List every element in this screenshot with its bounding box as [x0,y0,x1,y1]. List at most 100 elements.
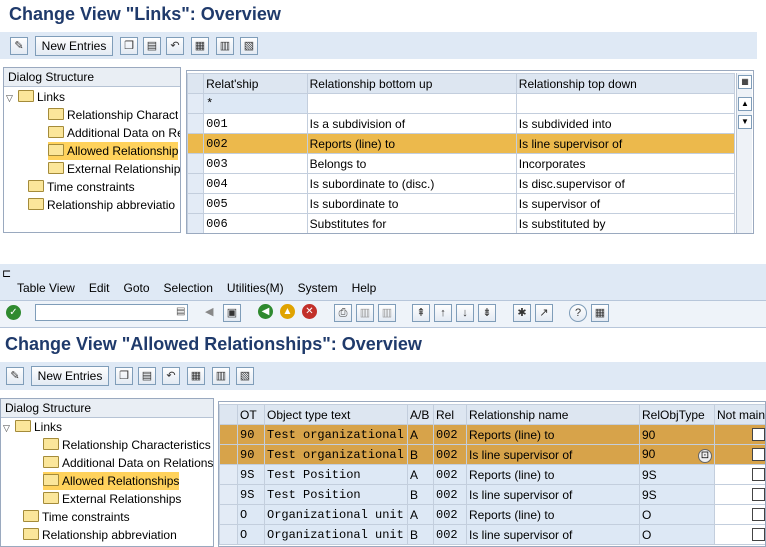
next-page-icon[interactable]: ↓ [456,304,474,322]
column-header[interactable]: RelObjType [639,404,715,425]
not-maintained-checkbox[interactable] [752,467,765,481]
select-all-icon[interactable]: ▦ [191,37,209,55]
column-header[interactable]: Relationship top down [515,73,736,94]
related-object-type[interactable]: 9S [639,484,715,505]
menu-goto[interactable]: Goto [124,281,150,295]
menu-icon[interactable]: ⊏ [2,267,11,280]
menu-utilities[interactable]: Utilities(M) [227,281,284,295]
relationship-name[interactable]: Reports (line) to [466,424,640,445]
tree-item-links[interactable]: ▽ Links [6,88,65,107]
print-icon[interactable]: ⎙ [334,304,352,322]
delete-icon[interactable]: ▤ [138,367,156,385]
top-down-text[interactable]: Is disc.supervisor of [515,173,736,194]
top-down-text[interactable]: Is substituted by [515,213,736,233]
tree-item-relationship-abbreviation[interactable]: Relationship abbreviation [23,526,177,544]
select-all-icon[interactable]: ▦ [187,367,205,385]
bottom-up-text[interactable]: Is subordinate to (disc.) [306,173,517,194]
collapse-icon[interactable]: ▽ [6,89,18,107]
object-type[interactable]: O [237,524,265,545]
table-row-selected[interactable]: 90 Test organizational u A 002 Reports (line… [219,424,765,445]
tree-item-relationship-characteristics[interactable]: Relationship Charact [48,106,178,124]
table-row[interactable]: O Organizational unit B 002 Is line supervis… [219,524,765,545]
scroll-up-icon[interactable]: ▲ [738,97,752,111]
column-header[interactable]: Not maint [714,404,765,425]
not-maintained-checkbox[interactable] [752,427,765,441]
pencil-glasses-icon[interactable]: ✎ [10,37,28,55]
copy-icon[interactable]: ❐ [120,37,138,55]
relationship-name[interactable]: Reports (line) to [466,464,640,485]
table-row[interactable]: 003 Belongs to Incorporates [187,153,736,174]
row-selector[interactable] [219,524,238,545]
not-maintained-checkbox[interactable] [752,527,765,541]
top-down-text[interactable]: Is subdivided into [515,113,736,134]
menu-help[interactable]: Help [352,281,377,295]
row-selector[interactable] [187,173,205,194]
menu-selection[interactable]: Selection [164,281,213,295]
relationship[interactable]: 002 [433,504,467,525]
menu-system[interactable]: System [298,281,338,295]
bottom-up-text[interactable]: Is a subdivision of [306,113,517,134]
table-row[interactable]: 9S Test Position B 002 Is line supervisor of… [219,484,765,505]
pencil-glasses-icon[interactable]: ✎ [6,367,24,385]
direction[interactable]: B [407,524,434,545]
related-object-type[interactable]: 90 ⊡ [639,444,715,465]
object-type-text[interactable]: Test Position [264,464,408,485]
object-type-text[interactable]: Organizational unit [264,524,408,545]
row-selector[interactable] [219,504,238,525]
relationship-key[interactable]: 002 [203,133,308,154]
scroll-down-icon[interactable]: ▼ [738,115,752,129]
table-row[interactable]: 9S Test Position A 002 Reports (line) to 9S [219,464,765,485]
find-next-icon[interactable]: ▥ [378,304,396,322]
menu-table-view[interactable]: Table View [17,281,75,295]
column-header[interactable]: Relationship bottom up [306,73,517,94]
direction[interactable]: A [407,424,434,445]
relationship-name[interactable]: Reports (line) to [466,504,640,525]
object-type[interactable]: 90 [237,424,265,445]
table-row[interactable]: O Organizational unit A 002 Reports (line) t… [219,504,765,525]
column-header[interactable]: Relat'ship [203,73,308,94]
triangle-left-icon[interactable]: ◀ [205,305,213,318]
undo-icon[interactable]: ↶ [166,37,184,55]
table-row-selected[interactable]: 90 Test organizational u B 002 Is line super… [219,444,765,465]
tree-item-additional-data[interactable]: Additional Data on Relations [43,454,213,472]
bottom-up-text[interactable]: Belongs to [306,153,517,174]
deselect-all-icon[interactable]: ▧ [236,367,254,385]
column-header[interactable]: OT [237,404,265,425]
undo-icon[interactable]: ↶ [162,367,180,385]
row-selector[interactable] [219,424,238,445]
related-object-type[interactable]: 90 [639,424,715,445]
last-page-icon[interactable]: ⇟ [478,304,496,322]
column-header[interactable]: Rel [433,404,467,425]
tree-item-additional-data[interactable]: Additional Data on Re [48,124,180,142]
table-row[interactable]: 006 Substitutes for Is substituted by [187,213,736,233]
object-type-text[interactable]: Test Position [264,484,408,505]
help-icon[interactable]: ? [569,304,587,322]
relationship[interactable]: 002 [433,524,467,545]
direction[interactable]: A [407,504,434,525]
tree-item-relationship-abbreviation[interactable]: Relationship abbreviatio [28,196,175,214]
tree-item-external-relationships[interactable]: External Relationships [43,490,181,508]
table-row[interactable]: 001 Is a subdivision of Is subdivided into [187,113,736,134]
row-selector[interactable] [187,113,205,134]
layout-menu-icon[interactable]: ▦ [591,304,609,322]
tree-item-allowed-relationships[interactable]: Allowed Relationships [43,472,180,490]
delete-icon[interactable]: ▤ [143,37,161,55]
row-selector[interactable] [219,444,238,465]
column-config-icon[interactable]: ▦ [738,75,752,89]
table-row[interactable]: 005 Is subordinate to Is supervisor of [187,193,736,214]
tree-item-time-constraints[interactable]: Time constraints [28,178,135,196]
table-row-selected[interactable]: 002 Reports (line) to Is line supervisor o… [187,133,736,154]
not-maintained-checkbox[interactable] [752,507,765,521]
tree-item-allowed-relationships[interactable]: Allowed Relationship [48,142,179,160]
top-down-text[interactable]: Is supervisor of [515,193,736,214]
bottom-up-text[interactable]: Reports (line) to [306,133,517,154]
deselect-all-icon[interactable]: ▧ [240,37,258,55]
select-block-icon[interactable]: ▥ [212,367,230,385]
related-object-type[interactable]: O [639,524,715,545]
new-entries-button[interactable]: New Entries [31,366,109,386]
row-selector[interactable] [187,133,205,154]
object-type-text[interactable]: Test organizational u [264,444,408,465]
row-selector[interactable] [187,153,205,174]
new-entries-button[interactable]: New Entries [35,36,113,56]
exit-icon[interactable]: ▲ [280,304,295,319]
